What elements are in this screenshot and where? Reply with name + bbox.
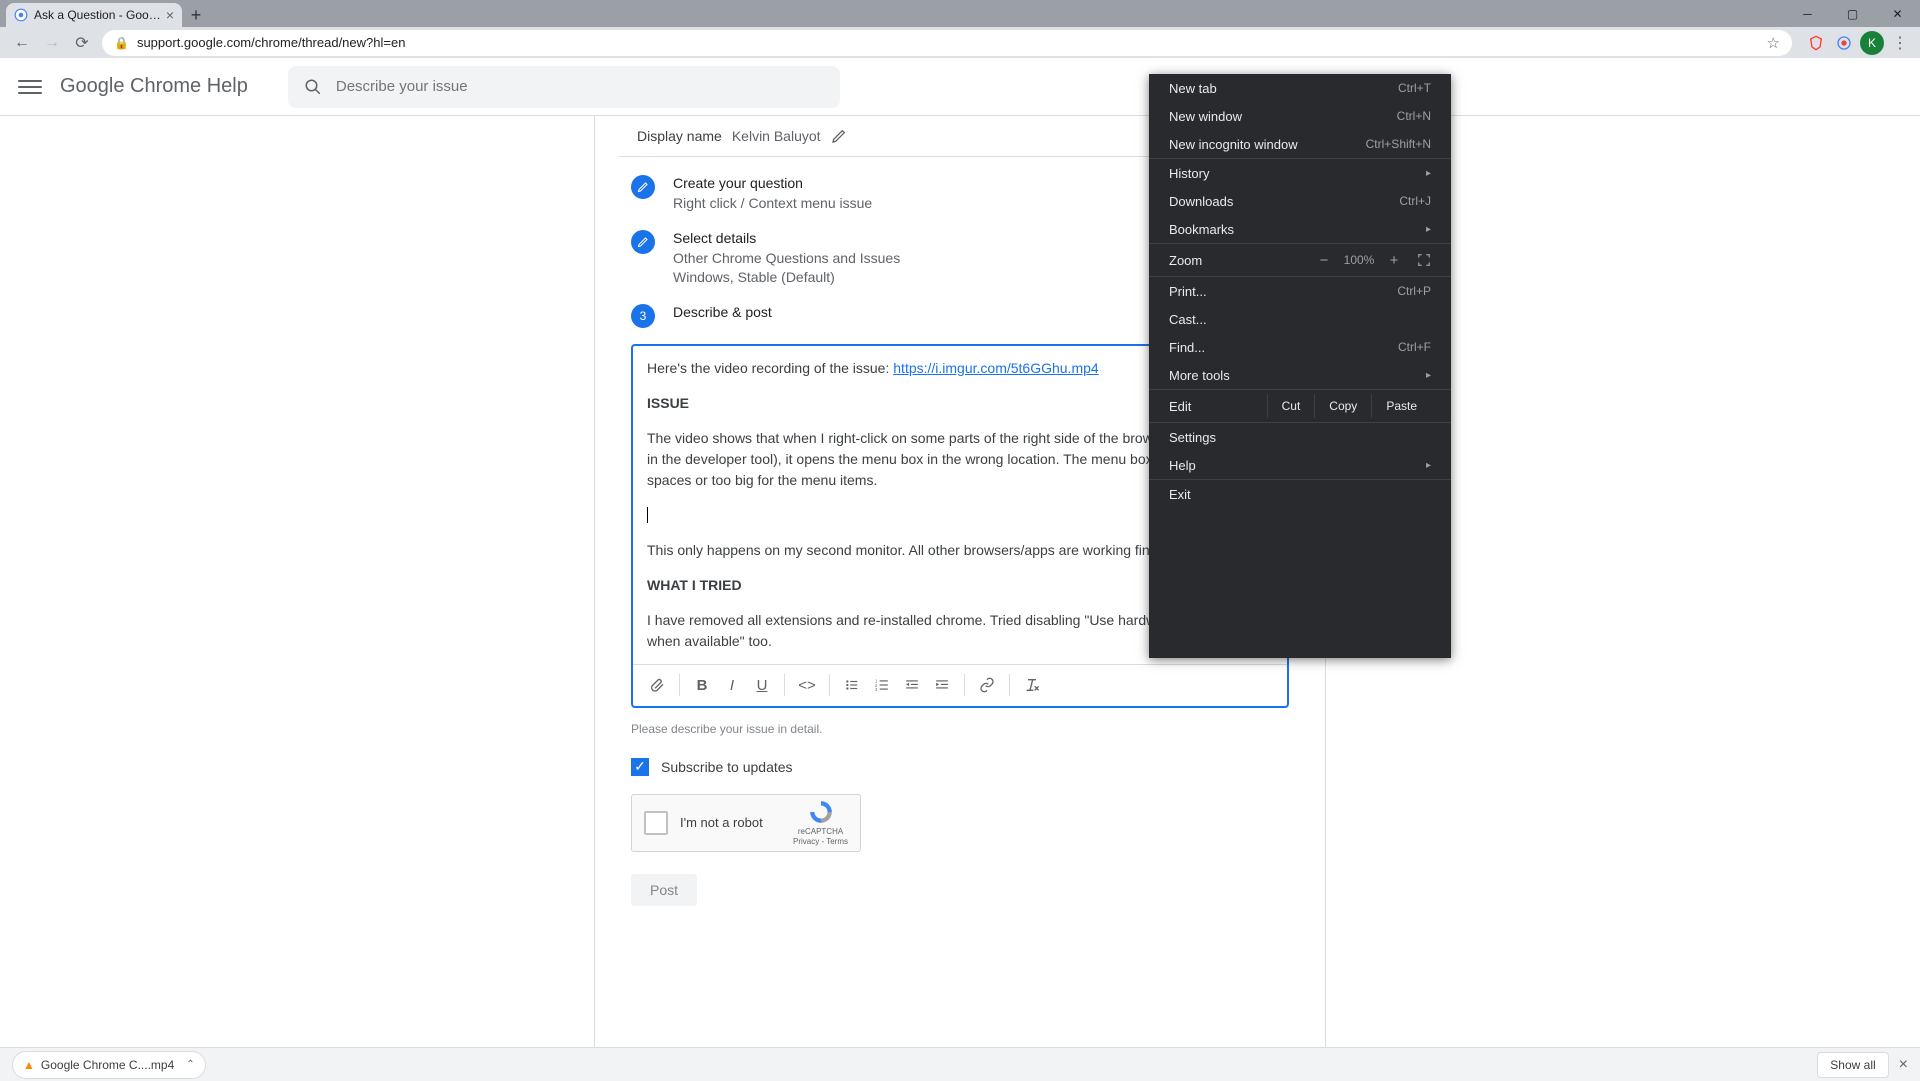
menu-downloads[interactable]: DownloadsCtrl+J [1149, 187, 1451, 215]
download-filename: Google Chrome C....mp4 [41, 1058, 174, 1072]
step-1-sub: Right click / Context menu issue [673, 194, 872, 214]
page-title: Google Chrome Help [60, 75, 248, 98]
step-1-badge [631, 175, 655, 199]
page-header: Google Chrome Help [0, 58, 1920, 116]
zoom-value: 100% [1339, 253, 1379, 267]
menu-cut[interactable]: Cut [1267, 394, 1315, 418]
step-2-badge [631, 230, 655, 254]
menu-find[interactable]: Find...Ctrl+F [1149, 333, 1451, 361]
bullet-list-icon[interactable] [838, 671, 866, 699]
download-item[interactable]: ▲ Google Chrome C....mp4 ⌃ [12, 1051, 206, 1079]
underline-icon[interactable]: U [748, 671, 776, 699]
step-2-title: Select details [673, 230, 900, 246]
display-name-value: Kelvin Baluyot [732, 128, 821, 144]
chrome-ext-icon[interactable] [1832, 31, 1856, 55]
download-chevron-icon[interactable]: ⌃ [186, 1059, 194, 1070]
menu-copy[interactable]: Copy [1314, 394, 1371, 418]
zoom-in-button[interactable]: + [1383, 252, 1405, 269]
subscribe-label: Subscribe to updates [661, 759, 793, 775]
show-all-downloads-button[interactable]: Show all [1817, 1052, 1888, 1078]
menu-help[interactable]: Help▸ [1149, 451, 1451, 479]
step-2-sub1: Other Chrome Questions and Issues [673, 249, 900, 269]
subscribe-row[interactable]: ✓ Subscribe to updates [631, 758, 1289, 776]
editor-intro: Here's the video recording of the issue: [647, 360, 893, 376]
text-cursor [647, 507, 648, 523]
menu-edit: Edit Cut Copy Paste [1149, 390, 1451, 422]
menu-new-tab[interactable]: New tabCtrl+T [1149, 74, 1451, 102]
attach-icon[interactable] [643, 671, 671, 699]
outdent-icon[interactable] [898, 671, 926, 699]
tab-title: Ask a Question - Google Chrome [34, 8, 166, 22]
vlc-icon: ▲ [23, 1058, 35, 1072]
bookmark-star-icon[interactable]: ☆ [1767, 34, 1780, 52]
svg-text:3: 3 [875, 687, 878, 692]
close-download-shelf-icon[interactable]: × [1899, 1056, 1908, 1074]
menu-history[interactable]: History▸ [1149, 159, 1451, 187]
forward-button[interactable]: → [38, 29, 66, 57]
display-name-label: Display name [637, 128, 722, 144]
zoom-out-button[interactable]: − [1313, 252, 1335, 269]
editor-toolbar: B I U <> 123 [633, 664, 1287, 706]
editor-hint: Please describe your issue in detail. [631, 722, 1289, 736]
editor-link[interactable]: https://i.imgur.com/5t6GGhu.mp4 [893, 360, 1098, 376]
menu-new-incognito[interactable]: New incognito windowCtrl+Shift+N [1149, 130, 1451, 158]
subscribe-checkbox[interactable]: ✓ [631, 758, 649, 776]
menu-paste[interactable]: Paste [1371, 394, 1431, 418]
menu-zoom: Zoom − 100% + [1149, 244, 1451, 276]
address-bar[interactable]: 🔒 support.google.com/chrome/thread/new?h… [102, 30, 1792, 56]
tab-strip: Ask a Question - Google Chrome × + ─ ▢ ✕ [0, 0, 1920, 27]
editor-h-tried: WHAT I TRIED [647, 577, 742, 593]
italic-icon[interactable]: I [718, 671, 746, 699]
bold-icon[interactable]: B [688, 671, 716, 699]
browser-tab[interactable]: Ask a Question - Google Chrome × [6, 3, 182, 27]
chrome-overflow-menu: New tabCtrl+T New windowCtrl+N New incog… [1149, 74, 1451, 658]
profile-avatar[interactable]: K [1860, 31, 1884, 55]
menu-more-tools[interactable]: More tools▸ [1149, 361, 1451, 389]
search-box[interactable] [288, 66, 840, 108]
recaptcha-checkbox[interactable] [644, 811, 668, 835]
post-button[interactable]: Post [631, 874, 697, 906]
indent-icon[interactable] [928, 671, 956, 699]
recaptcha-logo: reCAPTCHA Privacy - Terms [793, 799, 848, 846]
url-text: support.google.com/chrome/thread/new?hl=… [137, 35, 405, 50]
chrome-menu-button[interactable]: ⋮ [1888, 31, 1912, 55]
hamburger-menu[interactable] [18, 75, 42, 99]
menu-cast[interactable]: Cast... [1149, 305, 1451, 333]
search-input[interactable] [336, 78, 824, 95]
menu-exit[interactable]: Exit [1149, 480, 1451, 508]
search-icon [304, 78, 322, 96]
menu-print[interactable]: Print...Ctrl+P [1149, 277, 1451, 305]
code-icon[interactable]: <> [793, 671, 821, 699]
recaptcha-box: I'm not a robot reCAPTCHA Privacy - Term… [631, 794, 861, 852]
close-window-button[interactable]: ✕ [1875, 0, 1920, 27]
lock-icon: 🔒 [114, 36, 129, 50]
step-1-title: Create your question [673, 175, 872, 191]
menu-new-window[interactable]: New windowCtrl+N [1149, 102, 1451, 130]
edit-name-icon[interactable] [831, 128, 847, 144]
step-3-title: Describe & post [673, 304, 772, 320]
browser-toolbar: ← → ⟳ 🔒 support.google.com/chrome/thread… [0, 27, 1920, 58]
tab-favicon [14, 8, 28, 22]
maximize-button[interactable]: ▢ [1830, 0, 1875, 27]
step-3-badge: 3 [631, 304, 655, 328]
back-button[interactable]: ← [8, 29, 36, 57]
step-2-sub2: Windows, Stable (Default) [673, 268, 900, 288]
reload-button[interactable]: ⟳ [68, 29, 96, 57]
number-list-icon[interactable]: 123 [868, 671, 896, 699]
brave-shield-icon[interactable] [1804, 31, 1828, 55]
recaptcha-label: I'm not a robot [680, 815, 793, 830]
editor-h-issue: ISSUE [647, 395, 689, 411]
downloads-shelf: ▲ Google Chrome C....mp4 ⌃ Show all × [0, 1047, 1920, 1081]
menu-settings[interactable]: Settings [1149, 423, 1451, 451]
fullscreen-icon[interactable] [1417, 253, 1431, 267]
minimize-button[interactable]: ─ [1785, 0, 1830, 27]
link-icon[interactable] [973, 671, 1001, 699]
menu-bookmarks[interactable]: Bookmarks▸ [1149, 215, 1451, 243]
close-tab-icon[interactable]: × [166, 7, 174, 23]
clear-format-icon[interactable] [1018, 671, 1046, 699]
new-tab-button[interactable]: + [182, 3, 210, 27]
